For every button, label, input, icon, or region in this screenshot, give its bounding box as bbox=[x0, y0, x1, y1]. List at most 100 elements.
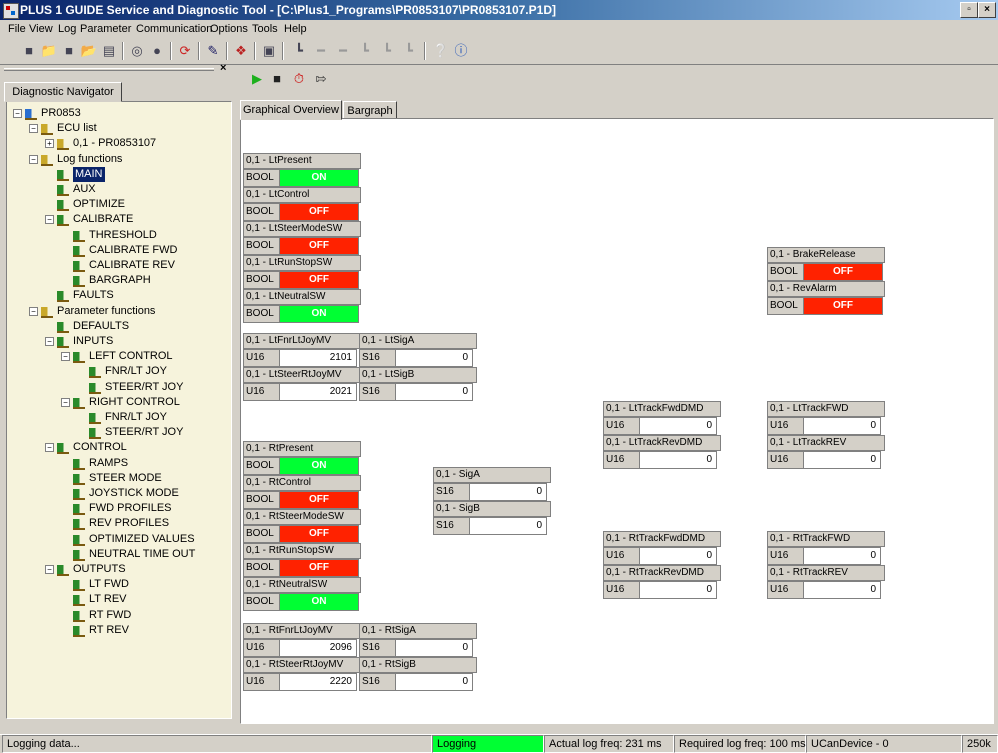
tree-node-label: FNR/LT JOY bbox=[105, 411, 167, 423]
variable-widget[interactable]: 0,1 - LtSigB S16 0 bbox=[359, 367, 477, 401]
menu-view[interactable]: View bbox=[29, 23, 53, 35]
info-icon[interactable]: ⓘ bbox=[452, 42, 470, 60]
panel-grip[interactable] bbox=[4, 68, 214, 71]
variable-status-badge: OFF bbox=[279, 491, 359, 509]
collapse-icon[interactable]: − bbox=[29, 154, 38, 164]
close-panel-icon[interactable]: × bbox=[220, 62, 226, 74]
variable-widget[interactable]: 0,1 - RtSteerRtJoyMV U16 2220 bbox=[243, 657, 361, 691]
menu-log[interactable]: Log bbox=[58, 23, 76, 35]
variable-widget[interactable]: 0,1 - RtTrackREV U16 0 bbox=[767, 565, 885, 599]
export-icon[interactable]: ⇰ bbox=[312, 70, 330, 88]
flag-4-icon[interactable]: ┗ bbox=[356, 42, 374, 60]
variable-widget[interactable]: 0,1 - RtRunStopSW BOOL OFF bbox=[243, 543, 361, 577]
variable-widget[interactable]: 0,1 - LtRunStopSW BOOL OFF bbox=[243, 255, 361, 289]
variable-widget[interactable]: 0,1 - RtNeutralSW BOOL ON bbox=[243, 577, 361, 611]
collapse-icon[interactable]: − bbox=[61, 397, 70, 407]
variable-widget[interactable]: 0,1 - LtControl BOOL OFF bbox=[243, 187, 361, 221]
tree-node-label: CONTROL bbox=[73, 441, 127, 454]
variable-widget[interactable]: 0,1 - RtSigB S16 0 bbox=[359, 657, 477, 691]
variable-widget[interactable]: 0,1 - SigA S16 0 bbox=[433, 467, 551, 501]
flag-3-icon[interactable]: ━ bbox=[334, 42, 352, 60]
menu-tools[interactable]: Tools bbox=[252, 23, 278, 35]
binoculars-icon[interactable]: ◎ bbox=[128, 42, 146, 60]
navigator-header: × bbox=[0, 62, 236, 76]
variable-widget[interactable]: 0,1 - RtFnrLtJoyMV U16 2096 bbox=[243, 623, 361, 657]
variable-widget[interactable]: 0,1 - BrakeRelease BOOL OFF bbox=[767, 247, 885, 281]
new-icon[interactable]: ■ bbox=[20, 42, 38, 60]
variable-widget[interactable]: 0,1 - LtFnrLtJoyMV U16 2101 bbox=[243, 333, 361, 367]
tree-node-label: STEER MODE bbox=[89, 471, 162, 484]
tree-node-label: Log functions bbox=[57, 152, 123, 165]
open-icon[interactable]: 📁 bbox=[40, 42, 58, 60]
menu-communication[interactable]: Communication bbox=[136, 23, 212, 35]
restore-button[interactable]: ▫ bbox=[960, 2, 978, 18]
disk-icon[interactable]: ▤ bbox=[100, 42, 118, 60]
flag-6-icon[interactable]: ┗ bbox=[400, 42, 418, 60]
variable-widget[interactable]: 0,1 - LtSteerModeSW BOOL OFF bbox=[243, 221, 361, 255]
expand-icon[interactable]: + bbox=[45, 139, 54, 149]
collapse-icon[interactable]: − bbox=[45, 337, 54, 346]
variable-status-badge: OFF bbox=[279, 271, 359, 289]
variable-widget[interactable]: 0,1 - LtSigA S16 0 bbox=[359, 333, 477, 367]
open-folder-icon[interactable]: 📂 bbox=[80, 42, 98, 60]
layout-icon[interactable]: ▣ bbox=[260, 42, 278, 60]
edit-icon[interactable]: ✎ bbox=[204, 42, 222, 60]
variable-widget[interactable]: 0,1 - RtTrackFwdDMD U16 0 bbox=[603, 531, 721, 565]
play-icon[interactable]: ▶ bbox=[248, 70, 266, 88]
variable-widget[interactable]: 0,1 - LtNeutralSW BOOL ON bbox=[243, 289, 361, 323]
download-icon[interactable]: ❖ bbox=[232, 42, 250, 60]
variable-name: 0,1 - LtSigA bbox=[359, 333, 477, 349]
variable-name: 0,1 - LtTrackFwdDMD bbox=[603, 401, 721, 417]
variable-widget[interactable]: 0,1 - LtTrackREV U16 0 bbox=[767, 435, 885, 469]
variable-name: 0,1 - LtFnrLtJoyMV bbox=[243, 333, 361, 349]
tab-graphical-overview[interactable]: Graphical Overview bbox=[240, 100, 342, 120]
variable-widget[interactable]: 0,1 - RtTrackRevDMD U16 0 bbox=[603, 565, 721, 599]
variable-widget[interactable]: 0,1 - RtSteerModeSW BOOL OFF bbox=[243, 509, 361, 543]
variable-widget[interactable]: 0,1 - LtPresent BOOL ON bbox=[243, 153, 361, 187]
menu-file[interactable]: File bbox=[8, 23, 26, 35]
variable-widget[interactable]: 0,1 - LtTrackRevDMD U16 0 bbox=[603, 435, 721, 469]
collapse-icon[interactable]: − bbox=[29, 124, 38, 134]
flag-2-icon[interactable]: ━ bbox=[312, 42, 330, 60]
variable-type: BOOL bbox=[243, 559, 281, 577]
refresh-icon[interactable]: ⟳ bbox=[176, 42, 194, 60]
variable-widget[interactable]: 0,1 - LtTrackFwdDMD U16 0 bbox=[603, 401, 721, 435]
menu-options[interactable]: Options bbox=[210, 23, 248, 35]
flag-5-icon[interactable]: ┗ bbox=[378, 42, 396, 60]
close-button[interactable]: × bbox=[978, 2, 996, 18]
variable-value: 0 bbox=[469, 517, 547, 535]
collapse-icon[interactable]: − bbox=[13, 109, 22, 118]
actual-log-freq: Actual log freq: 231 ms bbox=[544, 735, 674, 753]
variable-name: 0,1 - LtTrackFWD bbox=[767, 401, 885, 417]
variable-type: U16 bbox=[243, 673, 281, 691]
variable-widget[interactable]: 0,1 - RtTrackFWD U16 0 bbox=[767, 531, 885, 565]
variable-status-badge: ON bbox=[279, 457, 359, 475]
collapse-icon[interactable]: − bbox=[61, 352, 70, 362]
collapse-icon[interactable]: − bbox=[45, 443, 54, 453]
collapse-icon[interactable]: − bbox=[29, 306, 38, 316]
status-message: Logging data... bbox=[2, 735, 432, 753]
log-icon bbox=[57, 185, 69, 196]
tree-node-label: OPTIMIZE bbox=[73, 198, 125, 211]
variable-widget[interactable]: 0,1 - RtControl BOOL OFF bbox=[243, 475, 361, 509]
menu-help[interactable]: Help bbox=[284, 23, 307, 35]
app-icon[interactable] bbox=[3, 3, 19, 19]
flag-1-icon[interactable]: ┗ bbox=[290, 42, 308, 60]
help-icon[interactable]: ❔ bbox=[432, 42, 450, 60]
variable-name: 0,1 - LtTrackREV bbox=[767, 435, 885, 451]
variable-widget[interactable]: 0,1 - LtTrackFWD U16 0 bbox=[767, 401, 885, 435]
timer-icon[interactable]: ⏱ bbox=[290, 70, 308, 88]
variable-widget[interactable]: 0,1 - RevAlarm BOOL OFF bbox=[767, 281, 885, 315]
collapse-icon[interactable]: − bbox=[45, 215, 54, 225]
collapse-icon[interactable]: − bbox=[45, 565, 54, 574]
param-icon bbox=[73, 397, 85, 409]
tab-diagnostic-navigator[interactable]: Diagnostic Navigator bbox=[4, 82, 122, 102]
stop-icon[interactable]: ■ bbox=[268, 70, 286, 88]
save-icon[interactable]: ■ bbox=[60, 42, 78, 60]
menu-parameter[interactable]: Parameter bbox=[80, 23, 131, 35]
variable-widget[interactable]: 0,1 - RtSigA S16 0 bbox=[359, 623, 477, 657]
find-icon[interactable]: ● bbox=[148, 42, 166, 60]
variable-widget[interactable]: 0,1 - SigB S16 0 bbox=[433, 501, 551, 535]
variable-widget[interactable]: 0,1 - LtSteerRtJoyMV U16 2021 bbox=[243, 367, 361, 401]
variable-widget[interactable]: 0,1 - RtPresent BOOL ON bbox=[243, 441, 361, 475]
